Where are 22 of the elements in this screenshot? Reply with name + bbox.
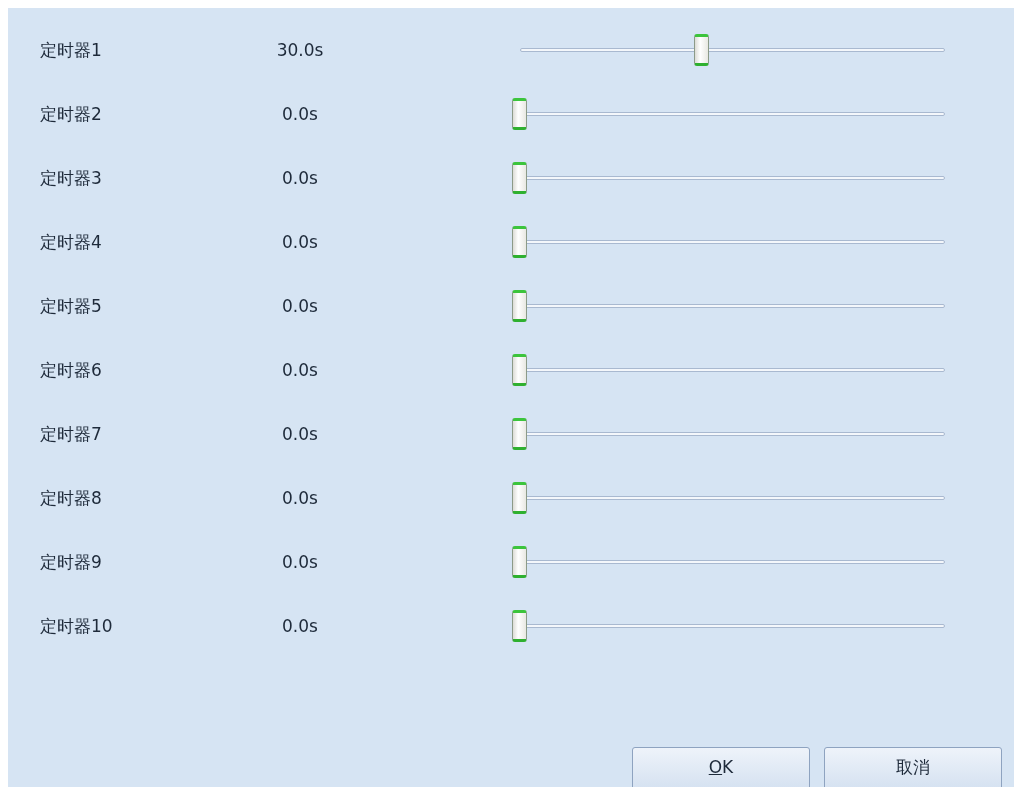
slider-thumb[interactable] [512,482,527,514]
slider-thumb[interactable] [512,354,527,386]
slider-thumb[interactable] [512,610,527,642]
timer-value: 0.0s [282,168,318,188]
timer-value: 0.0s [282,488,318,508]
slider-thumb[interactable] [512,98,527,130]
cancel-button[interactable]: 取消 [824,747,1002,787]
timer-value: 0.0s [282,296,318,316]
slider-thumb[interactable] [512,162,527,194]
slider-thumb[interactable] [512,418,527,450]
timer-value: 0.0s [282,232,318,252]
timer-value: 0.0s [282,424,318,444]
slider-thumb[interactable] [512,290,527,322]
slider-thumb[interactable] [512,546,527,578]
ok-button[interactable]: OK [632,747,810,787]
timer-value: 0.0s [282,360,318,380]
timer-value: 30.0s [276,40,324,60]
timer-value: 0.0s [282,552,318,572]
slider-thumb[interactable] [693,34,709,66]
timer-value: 0.0s [282,616,318,636]
timer-value: 0.0s [282,104,318,124]
slider-thumb[interactable] [512,226,527,258]
